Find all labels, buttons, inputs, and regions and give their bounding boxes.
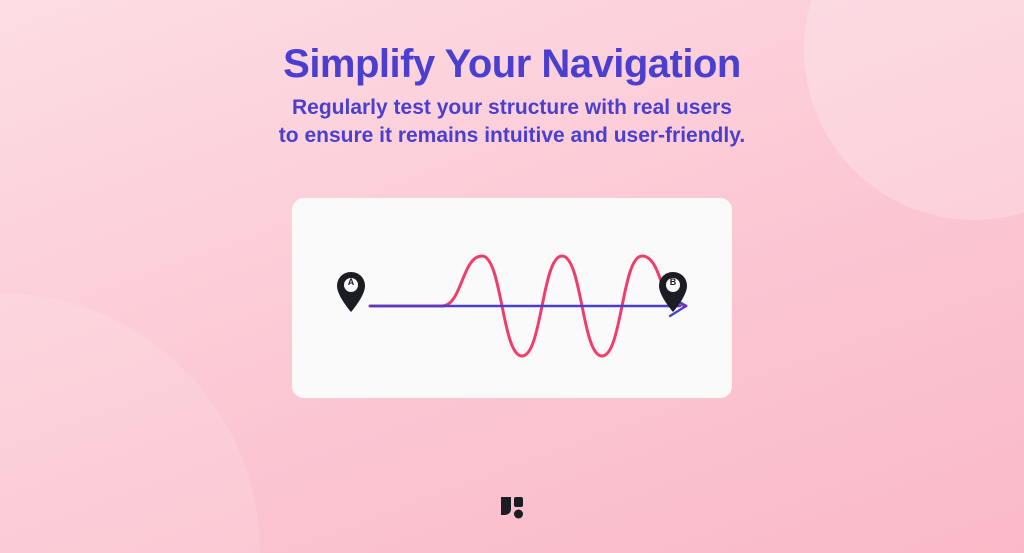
page-title: Simplify Your Navigation bbox=[0, 42, 1024, 87]
map-pin-b-label: B bbox=[658, 277, 688, 287]
map-pin-b-icon: B bbox=[658, 272, 688, 312]
map-pin-a-label: A bbox=[336, 277, 366, 287]
infographic-canvas: Simplify Your Navigation Regularly test … bbox=[0, 0, 1024, 553]
brand-logo-icon bbox=[499, 495, 525, 521]
decorative-blob-bottom-left bbox=[0, 293, 260, 553]
illustration-card: A B bbox=[292, 198, 732, 398]
map-pin-a-icon: A bbox=[336, 272, 366, 312]
page-subtitle: Regularly test your structure with real … bbox=[0, 94, 1024, 150]
